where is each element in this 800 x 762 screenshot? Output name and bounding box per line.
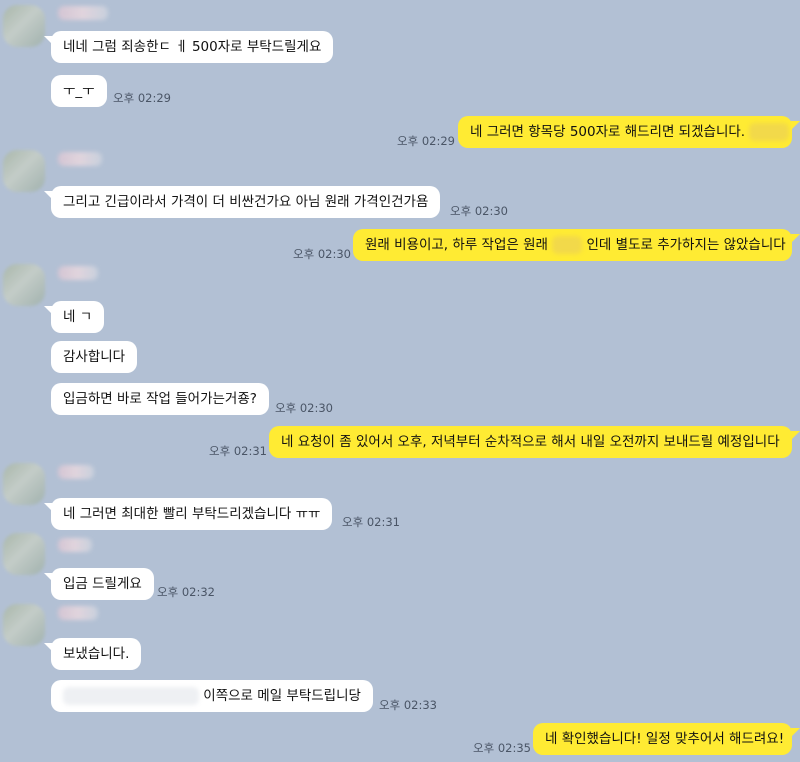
message-time: 오후 02:32 bbox=[157, 585, 215, 599]
outgoing-message[interactable]: 네 그러면 항목당 500자로 해드리면 되겠습니다. bbox=[458, 116, 792, 148]
sender-name bbox=[58, 266, 98, 280]
incoming-message[interactable]: 감사합니다 bbox=[51, 341, 138, 373]
incoming-message[interactable]: 보냈습니다. bbox=[51, 638, 142, 670]
sender-avatar[interactable] bbox=[3, 463, 45, 505]
message-time: 오후 02:31 bbox=[342, 515, 400, 529]
incoming-message[interactable]: 그리고 긴급이라서 가격이 더 비싼건가요 아님 원래 가격인건가욤 bbox=[51, 186, 441, 218]
sender-avatar[interactable] bbox=[3, 604, 45, 646]
bubble-tail bbox=[791, 728, 800, 737]
sender-name bbox=[58, 465, 94, 479]
message-time: 오후 02:30 bbox=[450, 204, 508, 218]
bubble-tail bbox=[791, 121, 800, 130]
sender-name bbox=[58, 6, 108, 20]
message-text: 인데 별도로 추가하지는 않았습니다 bbox=[586, 237, 786, 253]
message-text: 원래 비용이고, 하루 작업은 원래 bbox=[365, 237, 548, 253]
message-time: 오후 02:30 bbox=[293, 247, 351, 261]
bubble-tail bbox=[791, 234, 800, 243]
sender-avatar[interactable] bbox=[3, 533, 45, 575]
incoming-message[interactable]: ㅜ_ㅜ bbox=[51, 75, 107, 107]
message-time: 오후 02:30 bbox=[275, 401, 333, 415]
sender-name bbox=[58, 152, 102, 166]
message-text: 네 그러면 항목당 500자로 해드리면 되겠습니다. bbox=[470, 124, 746, 140]
sender-avatar[interactable] bbox=[3, 5, 45, 47]
outgoing-message[interactable]: 원래 비용이고, 하루 작업은 원래 인데 별도로 추가하지는 않았습니다 bbox=[353, 229, 792, 261]
incoming-message[interactable]: 네네 그럼 죄송한ㄷ ㅔ 500자로 부탁드릴게요 bbox=[51, 31, 334, 63]
message-time: 오후 02:29 bbox=[113, 91, 171, 105]
redacted-text bbox=[552, 236, 583, 254]
incoming-message[interactable]: 네 ㄱ bbox=[51, 301, 105, 333]
sender-name bbox=[58, 606, 98, 620]
message-time: 오후 02:33 bbox=[379, 698, 437, 712]
incoming-message[interactable]: 입금하면 바로 작업 들어가는거죵? bbox=[51, 383, 269, 415]
sender-avatar[interactable] bbox=[3, 264, 45, 306]
incoming-message[interactable]: 네 그러면 최대한 빨리 부탁드리겠습니다 ㅠㅠ bbox=[51, 498, 333, 530]
incoming-message[interactable]: 입금 드릴게요 bbox=[51, 568, 154, 600]
message-time: 오후 02:35 bbox=[473, 741, 531, 755]
message-time: 오후 02:29 bbox=[397, 134, 455, 148]
outgoing-message[interactable]: 네 요청이 좀 있어서 오후, 저녁부터 순차적으로 해서 내일 오전까지 보내… bbox=[269, 426, 792, 458]
outgoing-message[interactable]: 네 확인했습니다! 일정 맞추어서 해드려요! bbox=[533, 723, 792, 755]
message-time: 오후 02:31 bbox=[209, 444, 267, 458]
redacted-text bbox=[749, 123, 790, 141]
redacted-email bbox=[63, 687, 199, 705]
bubble-tail bbox=[791, 431, 800, 440]
sender-avatar[interactable] bbox=[3, 150, 45, 192]
incoming-message[interactable]: 이쪽으로 메일 부탁드립니당 bbox=[51, 680, 373, 712]
message-text: 이쪽으로 메일 부탁드립니당 bbox=[203, 688, 361, 704]
sender-name bbox=[58, 538, 92, 552]
